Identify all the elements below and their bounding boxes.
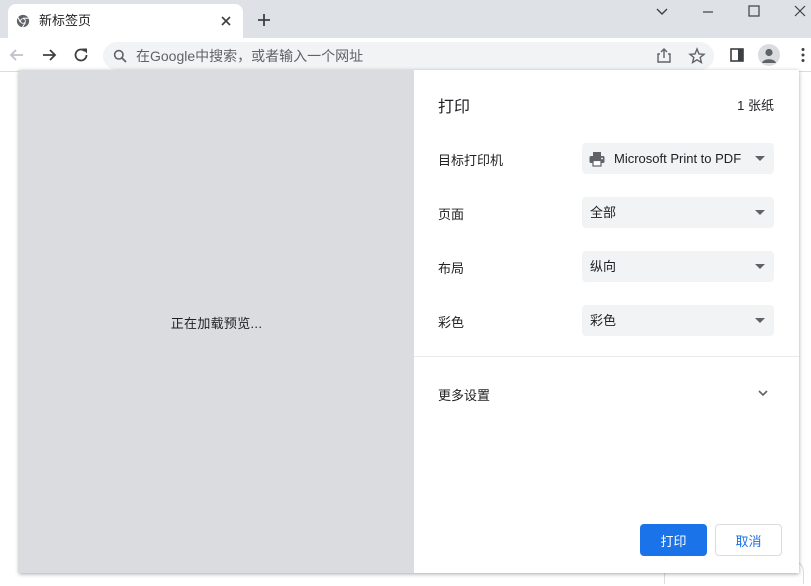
- cancel-button[interactable]: 取消: [715, 524, 782, 556]
- reload-icon[interactable]: [72, 46, 90, 64]
- pages-select[interactable]: 全部: [582, 197, 774, 228]
- search-icon: [113, 49, 127, 63]
- color-value: 彩色: [590, 313, 617, 328]
- dropdown-arrow-icon: [755, 318, 765, 323]
- more-menu-icon[interactable]: [794, 46, 811, 64]
- print-preview: 正在加载预览...: [19, 70, 414, 573]
- destination-select[interactable]: Microsoft Print to PDF: [582, 143, 774, 174]
- layout-select[interactable]: 纵向: [582, 251, 774, 282]
- dropdown-arrow-icon: [755, 156, 765, 161]
- print-settings-panel: 打印 1 张纸 目标打印机 Microsoft Print to PDF 页面 …: [414, 70, 799, 573]
- side-panel-icon[interactable]: [728, 46, 746, 64]
- preview-loading-text: 正在加载预览...: [170, 316, 263, 331]
- sheet-count: 1 张纸: [737, 98, 774, 113]
- close-icon[interactable]: [792, 3, 808, 19]
- layout-label: 布局: [438, 261, 465, 276]
- destination-label: 目标打印机: [438, 153, 504, 168]
- browser-toolbar: 在Google中搜索，或者输入一个网址: [0, 38, 811, 72]
- chevron-down-icon[interactable]: [755, 385, 771, 401]
- color-select[interactable]: 彩色: [582, 305, 774, 336]
- browser-tab[interactable]: 新标签页: [8, 4, 243, 38]
- maximize-icon[interactable]: [746, 3, 762, 19]
- bookmark-star-icon[interactable]: [688, 47, 706, 65]
- layout-value: 纵向: [590, 259, 617, 274]
- pages-label: 页面: [438, 207, 465, 222]
- chevron-down-icon[interactable]: [654, 3, 670, 19]
- dropdown-arrow-icon: [755, 210, 765, 215]
- divider: [414, 356, 799, 357]
- minimize-icon[interactable]: [700, 3, 716, 19]
- printer-icon: [589, 152, 605, 167]
- tab-title: 新标签页: [39, 13, 92, 28]
- title-bar: 新标签页: [0, 0, 811, 38]
- dropdown-arrow-icon: [755, 264, 765, 269]
- address-placeholder: 在Google中搜索，或者输入一个网址: [136, 48, 364, 64]
- pages-value: 全部: [590, 205, 617, 220]
- back-icon[interactable]: [8, 46, 26, 64]
- forward-icon[interactable]: [40, 46, 58, 64]
- avatar[interactable]: [758, 44, 780, 66]
- dialog-title: 打印: [438, 99, 471, 116]
- new-tab-icon[interactable]: [256, 12, 272, 28]
- print-button[interactable]: 打印: [640, 524, 707, 556]
- profile-icon: [762, 48, 776, 63]
- destination-value: Microsoft Print to PDF: [614, 151, 742, 166]
- print-dialog: 正在加载预览... 打印 1 张纸 目标打印机 Microsoft Print …: [19, 70, 799, 573]
- color-label: 彩色: [438, 315, 465, 330]
- share-icon[interactable]: [655, 47, 673, 65]
- address-bar[interactable]: 在Google中搜索，或者输入一个网址: [103, 42, 714, 70]
- more-settings-toggle[interactable]: 更多设置: [438, 385, 490, 404]
- tab-close-icon[interactable]: [219, 14, 233, 28]
- chrome-icon: [16, 14, 30, 28]
